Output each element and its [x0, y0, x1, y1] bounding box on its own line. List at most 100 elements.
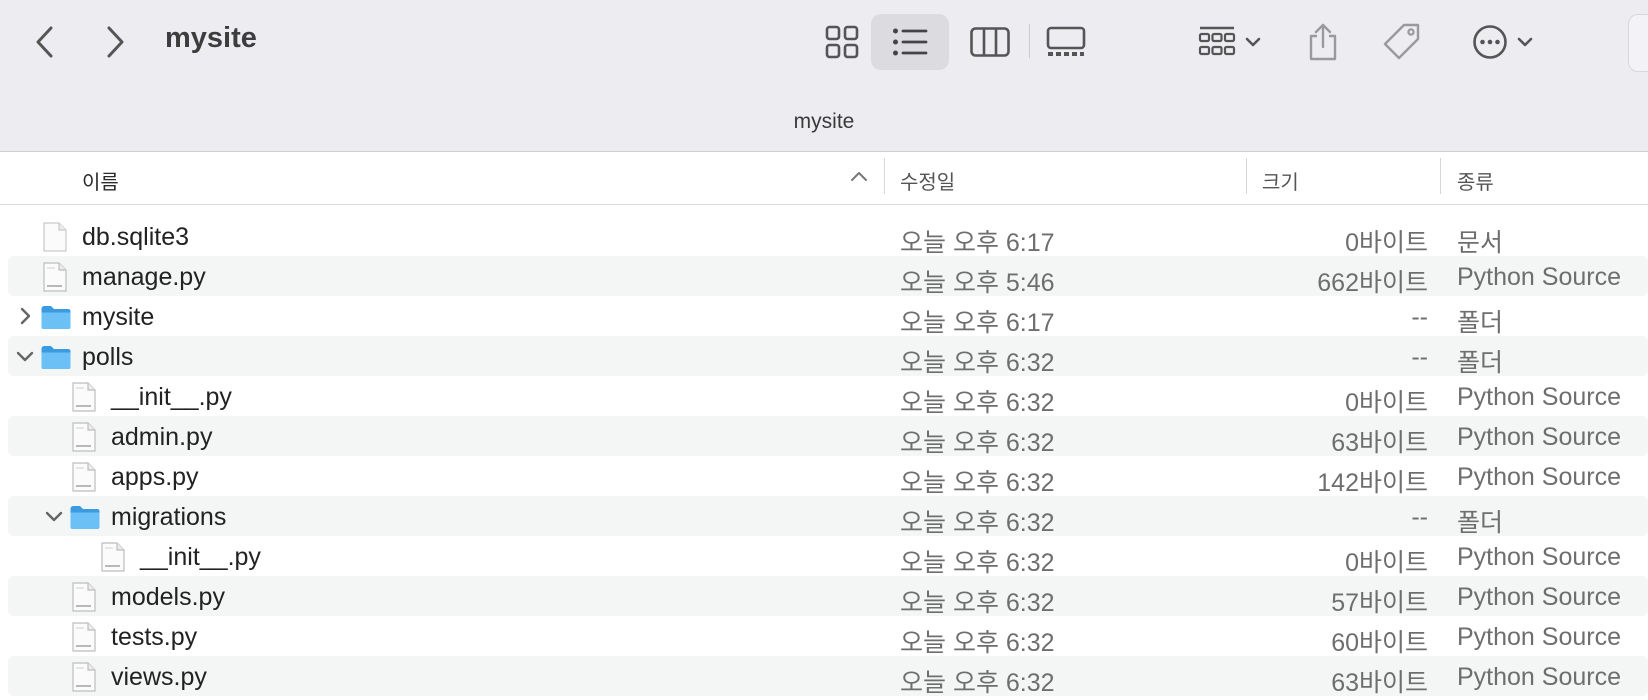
- chevron-right-icon: [107, 26, 124, 58]
- file-row[interactable]: apps.py 오늘 오후 6:32 142바이트 Python Source: [0, 456, 1648, 497]
- file-size: 60바이트: [1331, 629, 1428, 657]
- file-kind: Python Source: [1457, 623, 1621, 651]
- file-row[interactable]: views.py 오늘 오후 6:32 63바이트 Python Source: [0, 656, 1648, 697]
- column-header-row: 이름 수정일 크기 종류: [0, 152, 1648, 205]
- path-bar-title: mysite: [793, 110, 855, 133]
- file-row[interactable]: manage.py 오늘 오후 5:46 662바이트 Python Source: [0, 256, 1648, 297]
- file-date-modified: 오늘 오후 6:17: [900, 309, 1055, 337]
- gallery-view-button[interactable]: [1040, 14, 1092, 70]
- file-date-modified: 오늘 오후 6:32: [900, 389, 1055, 417]
- python-file-icon: [71, 382, 97, 417]
- folder-icon: [40, 344, 72, 375]
- python-file-icon: [100, 542, 126, 577]
- column-header-kind[interactable]: 종류: [1457, 166, 1494, 195]
- python-file-icon: [71, 622, 97, 657]
- file-date-modified: 오늘 오후 6:17: [900, 229, 1055, 257]
- list-view-button[interactable]: [871, 14, 949, 70]
- file-kind: Python Source: [1457, 663, 1621, 691]
- chevron-down-icon: [1517, 37, 1533, 47]
- file-kind: 폴더: [1457, 349, 1504, 377]
- file-size: --: [1411, 343, 1428, 371]
- tag-icon: [1383, 23, 1420, 60]
- file-date-modified: 오늘 오후 6:32: [900, 429, 1055, 457]
- file-date-modified: 오늘 오후 6:32: [900, 589, 1055, 617]
- file-date-modified: 오늘 오후 6:32: [900, 629, 1055, 657]
- file-name: migrations: [111, 503, 227, 531]
- column-header-date[interactable]: 수정일: [900, 166, 955, 195]
- file-name: __init__.py: [111, 383, 232, 411]
- group-by-button[interactable]: [1190, 14, 1270, 70]
- file-date-modified: 오늘 오후 6:32: [900, 349, 1055, 377]
- file-row[interactable]: admin.py 오늘 오후 6:32 63바이트 Python Source: [0, 416, 1648, 457]
- file-size: --: [1411, 303, 1428, 331]
- file-date-modified: 오늘 오후 6:32: [900, 509, 1055, 537]
- file-row[interactable]: __init__.py 오늘 오후 6:32 0바이트 Python Source: [0, 376, 1648, 417]
- column-view-icon: [970, 27, 1010, 57]
- more-icon: [1473, 25, 1507, 59]
- file-row[interactable]: __init__.py 오늘 오후 6:32 0바이트 Python Source: [0, 536, 1648, 577]
- file-name: mysite: [82, 303, 155, 331]
- file-row[interactable]: db.sqlite3 오늘 오후 6:17 0바이트 문서: [0, 216, 1648, 257]
- file-date-modified: 오늘 오후 5:46: [900, 269, 1055, 297]
- file-name: __init__.py: [140, 543, 261, 571]
- column-header-size[interactable]: 크기: [1262, 166, 1299, 195]
- disclosure-chevron-right-icon[interactable]: [14, 305, 36, 327]
- file-kind: Python Source: [1457, 423, 1621, 451]
- file-date-modified: 오늘 오후 6:32: [900, 469, 1055, 497]
- chevron-left-icon: [36, 26, 53, 58]
- file-kind: Python Source: [1457, 543, 1621, 571]
- disclosure-chevron-down-icon[interactable]: [14, 345, 36, 367]
- column-divider[interactable]: [884, 158, 885, 194]
- toolbar-separator: [1029, 24, 1030, 58]
- file-name: db.sqlite3: [82, 223, 190, 251]
- folder-icon: [69, 504, 101, 535]
- file-size: 63바이트: [1331, 429, 1428, 457]
- file-date-modified: 오늘 오후 6:32: [900, 669, 1055, 697]
- file-size: 0바이트: [1345, 229, 1428, 257]
- finder-toolbar: mysite mysite: [0, 0, 1648, 152]
- file-row[interactable]: migrations 오늘 오후 6:32 -- 폴더: [0, 496, 1648, 537]
- file-name: views.py: [111, 663, 207, 691]
- file-name: apps.py: [111, 463, 199, 491]
- share-button[interactable]: [1305, 14, 1341, 70]
- file-row[interactable]: polls 오늘 오후 6:32 -- 폴더: [0, 336, 1648, 377]
- file-kind: Python Source: [1457, 383, 1621, 411]
- document-icon: [42, 222, 68, 257]
- search-button[interactable]: [1628, 14, 1648, 72]
- file-name: admin.py: [111, 423, 213, 451]
- file-kind: 문서: [1457, 229, 1504, 257]
- file-size: 142바이트: [1317, 469, 1428, 497]
- python-file-icon: [71, 582, 97, 617]
- python-file-icon: [71, 462, 97, 497]
- column-divider[interactable]: [1440, 158, 1441, 194]
- file-size: 0바이트: [1345, 549, 1428, 577]
- list-view-icon: [893, 28, 928, 56]
- disclosure-chevron-down-icon[interactable]: [43, 505, 65, 527]
- share-icon: [1309, 23, 1337, 61]
- file-row[interactable]: mysite 오늘 오후 6:17 -- 폴더: [0, 296, 1648, 337]
- forward-button[interactable]: [96, 20, 136, 64]
- column-header-name[interactable]: 이름: [82, 166, 119, 195]
- file-row[interactable]: tests.py 오늘 오후 6:32 60바이트 Python Source: [0, 616, 1648, 657]
- file-kind: Python Source: [1457, 583, 1621, 611]
- file-size: 63바이트: [1331, 669, 1428, 697]
- file-list: db.sqlite3 오늘 오후 6:17 0바이트 문서 manage.py 오늘 오후…: [0, 216, 1648, 697]
- sort-ascending-icon[interactable]: [850, 170, 868, 182]
- column-view-button[interactable]: [960, 14, 1020, 70]
- file-row[interactable]: models.py 오늘 오후 6:32 57바이트 Python Source: [0, 576, 1648, 617]
- grid-view-icon: [825, 25, 859, 59]
- more-actions-button[interactable]: [1466, 14, 1540, 70]
- tag-button[interactable]: [1380, 14, 1424, 70]
- file-size: --: [1411, 503, 1428, 531]
- column-divider[interactable]: [1246, 158, 1247, 194]
- file-name: tests.py: [111, 623, 198, 651]
- grid-view-button[interactable]: [812, 14, 872, 70]
- chevron-down-icon: [1245, 37, 1261, 47]
- python-file-icon: [42, 262, 68, 297]
- group-icon: [1198, 26, 1236, 56]
- python-file-icon: [71, 422, 97, 457]
- back-button[interactable]: [24, 20, 64, 64]
- file-size: 0바이트: [1345, 389, 1428, 417]
- file-kind: 폴더: [1457, 509, 1504, 537]
- file-kind: 폴더: [1457, 309, 1504, 337]
